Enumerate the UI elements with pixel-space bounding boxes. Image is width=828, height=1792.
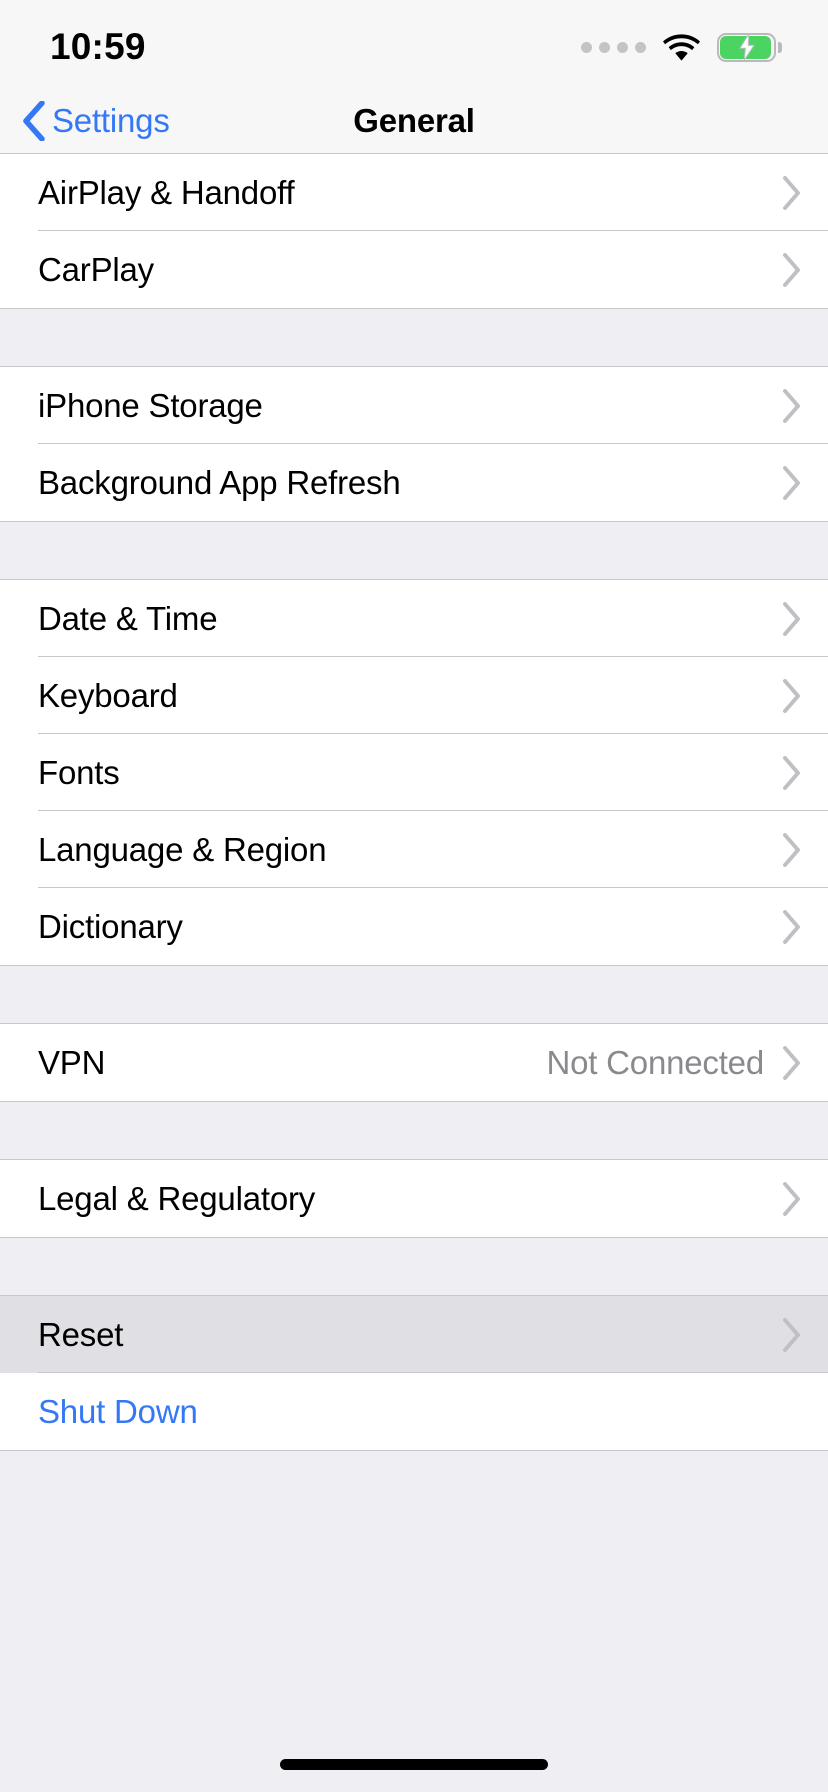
chevron-right-icon	[782, 679, 802, 713]
settings-row-language-region[interactable]: Language & Region	[0, 811, 828, 888]
battery-charging-icon	[717, 33, 776, 62]
chevron-left-icon	[22, 101, 46, 141]
disclosure-indicator	[782, 602, 802, 636]
disclosure-indicator	[782, 1182, 802, 1216]
chevron-right-icon	[782, 1318, 802, 1352]
settings-row-value: Not Connected	[546, 1044, 764, 1082]
settings-row-label: CarPlay	[38, 251, 782, 289]
settings-row-label: Shut Down	[38, 1393, 802, 1431]
chevron-right-icon	[782, 833, 802, 867]
iphone-settings-screen: 10:59 General	[0, 0, 828, 1792]
chevron-right-icon	[782, 1182, 802, 1216]
disclosure-indicator	[782, 833, 802, 867]
chevron-right-icon	[782, 1046, 802, 1080]
settings-row-label: Date & Time	[38, 600, 782, 638]
status-bar-time: 10:59	[50, 26, 146, 68]
settings-row-label: Legal & Regulatory	[38, 1180, 782, 1218]
settings-group: Date & Time Keyboard Fonts Language & Regio…	[0, 579, 828, 966]
charging-bolt-icon	[737, 34, 757, 60]
settings-row-label: Fonts	[38, 754, 782, 792]
settings-row-label: Keyboard	[38, 677, 782, 715]
disclosure-indicator	[782, 1318, 802, 1352]
disclosure-indicator	[782, 1046, 802, 1080]
settings-row-label: Background App Refresh	[38, 464, 782, 502]
settings-group: Legal & Regulatory	[0, 1159, 828, 1238]
home-indicator	[280, 1759, 548, 1770]
settings-row-airplay-handoff[interactable]: AirPlay & Handoff	[0, 154, 828, 231]
group-gap	[0, 522, 828, 579]
group-gap	[0, 966, 828, 1023]
settings-row-reset[interactable]: Reset	[0, 1296, 828, 1373]
status-bar: 10:59	[0, 0, 828, 88]
disclosure-indicator	[782, 176, 802, 210]
chevron-right-icon	[782, 756, 802, 790]
settings-row-label: Reset	[38, 1316, 782, 1354]
settings-group: Reset Shut Down	[0, 1295, 828, 1451]
settings-group: AirPlay & Handoff CarPlay	[0, 153, 828, 309]
settings-list[interactable]: AirPlay & Handoff CarPlay iPhone Storage Ba…	[0, 153, 828, 1792]
settings-group: iPhone Storage Background App Refresh	[0, 366, 828, 522]
disclosure-indicator	[782, 679, 802, 713]
settings-row-date-time[interactable]: Date & Time	[0, 580, 828, 657]
chevron-right-icon	[782, 253, 802, 287]
back-button-label: Settings	[52, 102, 170, 140]
chevron-right-icon	[782, 389, 802, 423]
settings-row-iphone-storage[interactable]: iPhone Storage	[0, 367, 828, 444]
settings-row-vpn[interactable]: VPNNot Connected	[0, 1024, 828, 1101]
settings-row-keyboard[interactable]: Keyboard	[0, 657, 828, 734]
settings-row-label: iPhone Storage	[38, 387, 782, 425]
disclosure-indicator	[782, 756, 802, 790]
disclosure-indicator	[782, 389, 802, 423]
chevron-right-icon	[782, 466, 802, 500]
chevron-right-icon	[782, 910, 802, 944]
chevron-right-icon	[782, 602, 802, 636]
signal-dots-icon	[581, 42, 646, 53]
navigation-bar: General Settings	[0, 88, 828, 153]
disclosure-indicator	[782, 253, 802, 287]
settings-row-label: Dictionary	[38, 908, 782, 946]
disclosure-indicator	[782, 910, 802, 944]
disclosure-indicator	[782, 466, 802, 500]
settings-row-label: VPN	[38, 1044, 546, 1082]
group-gap	[0, 1238, 828, 1295]
settings-row-label: Language & Region	[38, 831, 782, 869]
settings-row-label: AirPlay & Handoff	[38, 174, 782, 212]
status-bar-indicators	[581, 33, 776, 62]
settings-row-shut-down[interactable]: Shut Down	[0, 1373, 828, 1450]
settings-row-fonts[interactable]: Fonts	[0, 734, 828, 811]
group-gap	[0, 309, 828, 366]
group-gap	[0, 1102, 828, 1159]
settings-row-legal-regulatory[interactable]: Legal & Regulatory	[0, 1160, 828, 1237]
wifi-icon	[663, 34, 700, 61]
back-button[interactable]: Settings	[22, 101, 170, 141]
chevron-right-icon	[782, 176, 802, 210]
settings-group: VPNNot Connected	[0, 1023, 828, 1102]
settings-row-dictionary[interactable]: Dictionary	[0, 888, 828, 965]
settings-row-carplay[interactable]: CarPlay	[0, 231, 828, 308]
settings-row-background-app-refresh[interactable]: Background App Refresh	[0, 444, 828, 521]
